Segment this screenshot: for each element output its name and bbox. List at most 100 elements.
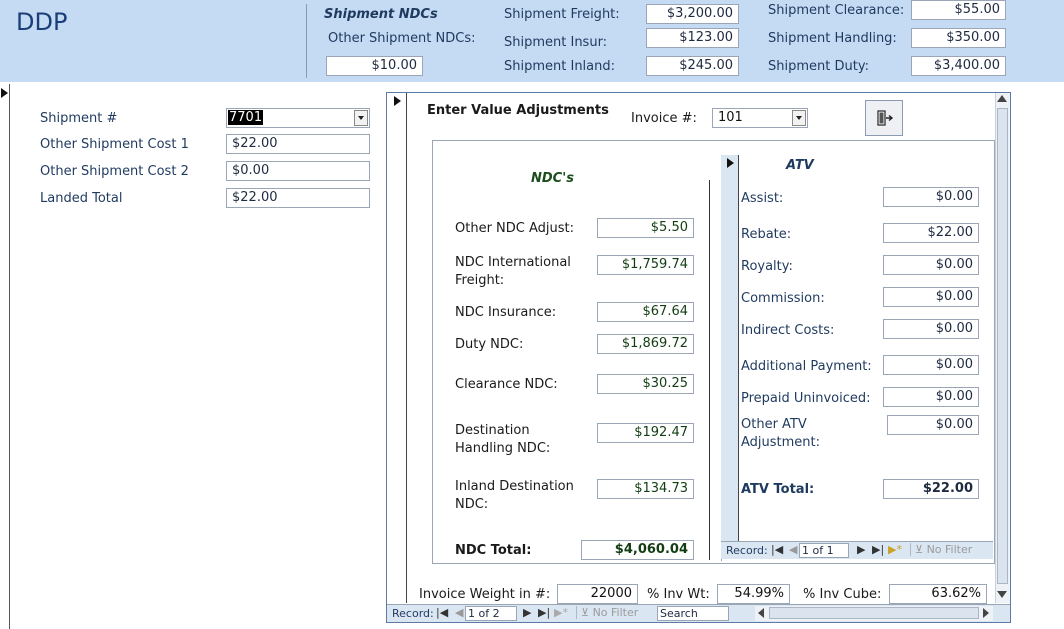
- atv-record-position-field[interactable]: 1 of 1: [799, 543, 849, 558]
- shipment-handling-label: Shipment Handling:: [768, 31, 897, 46]
- invoice-dropdown-button[interactable]: [792, 110, 806, 126]
- shipment-insur-field[interactable]: $123.00: [646, 28, 739, 48]
- atv-header: ATV: [786, 158, 814, 173]
- no-filter-label: No Filter: [592, 606, 639, 619]
- record-selector[interactable]: [0, 84, 10, 629]
- new-record-icon[interactable]: ▶*: [554, 606, 568, 619]
- record-label: Record:: [392, 607, 434, 620]
- shipment-duty-field[interactable]: $3,400.00: [911, 56, 1006, 76]
- atv-row-label: Prepaid Uninvoiced:: [741, 391, 871, 406]
- ndc-total-label: NDC Total:: [455, 543, 532, 558]
- shipment-insur-label: Shipment Insur:: [504, 35, 608, 50]
- atv-row-field[interactable]: $0.00: [883, 187, 979, 207]
- atv-row-field[interactable]: $0.00: [883, 287, 979, 307]
- atv-last-record-icon[interactable]: ▶|: [872, 543, 884, 556]
- shipment-number-value: 7701: [228, 110, 264, 125]
- atv-row-field[interactable]: $0.00: [887, 415, 979, 435]
- ndc-row-field[interactable]: $134.73: [597, 479, 694, 499]
- prev-record-icon[interactable]: ◀: [455, 606, 463, 619]
- atv-row-field[interactable]: $0.00: [883, 355, 979, 375]
- ndc-column-divider: [709, 180, 710, 560]
- ndc-row-field[interactable]: $1,759.74: [597, 255, 694, 275]
- ndc-row-field[interactable]: $67.64: [597, 302, 694, 322]
- filter-icon: ⊻: [581, 606, 590, 619]
- shipment-inland-label: Shipment Inland:: [504, 59, 616, 74]
- scroll-right-icon[interactable]: [983, 608, 989, 618]
- atv-row-label: Additional Payment:: [741, 359, 872, 374]
- atv-record-label: Record:: [726, 544, 768, 557]
- other-shipment-cost-1-field[interactable]: $22.00: [226, 134, 370, 154]
- other-shipment-cost-2-field[interactable]: $0.00: [226, 161, 370, 181]
- vertical-scroll-thumb[interactable]: [997, 108, 1008, 584]
- ndc-row-label: Destination Handling NDC:: [455, 423, 551, 456]
- atv-current-record-arrow-icon: [727, 158, 734, 168]
- header-divider: [306, 4, 307, 78]
- atv-row-field[interactable]: $0.00: [883, 255, 979, 275]
- atv-row-field[interactable]: $0.00: [883, 387, 979, 407]
- ndc-row-label: Clearance NDC:: [455, 377, 558, 392]
- atv-total-field[interactable]: $22.00: [883, 479, 979, 499]
- record-position-field[interactable]: 1 of 2: [465, 606, 517, 621]
- horizontal-scrollbar[interactable]: [755, 606, 993, 621]
- scroll-left-icon[interactable]: [758, 608, 764, 618]
- next-record-icon[interactable]: ▶: [523, 606, 531, 619]
- horizontal-scroll-thumb[interactable]: [769, 607, 979, 619]
- no-filter-button[interactable]: ⊻ No Filter: [576, 606, 657, 619]
- ndc-row-field[interactable]: $5.50: [597, 218, 694, 238]
- atv-row-label: Other ATV Adjustment:: [741, 417, 821, 450]
- atv-row-label: Assist:: [741, 191, 784, 206]
- shipment-clearance-field[interactable]: $55.00: [911, 0, 1006, 20]
- shipment-number-combo[interactable]: 7701: [226, 108, 370, 128]
- form-title: DDP: [16, 8, 68, 36]
- atv-no-filter-button[interactable]: ⊻ No Filter: [910, 543, 985, 556]
- subform-record-selector[interactable]: [387, 93, 407, 603]
- ndc-row-field[interactable]: $1,869.72: [597, 334, 694, 354]
- ndc-row-label: Inland Destination NDC:: [455, 479, 574, 512]
- atv-row-field[interactable]: $0.00: [883, 319, 979, 339]
- shipment-freight-label: Shipment Freight:: [504, 7, 620, 22]
- atv-row-label: Commission:: [741, 291, 825, 306]
- landed-total-label: Landed Total: [40, 191, 123, 206]
- exit-button[interactable]: [865, 100, 903, 136]
- scroll-down-icon[interactable]: [997, 591, 1007, 598]
- subform-current-record-arrow-icon: [394, 96, 401, 106]
- first-record-icon[interactable]: |◀: [436, 606, 448, 619]
- atv-new-record-icon[interactable]: ▶*: [888, 543, 902, 556]
- shipment-number-label: Shipment #: [40, 111, 118, 126]
- ndc-row-label: NDC International Freight:: [455, 255, 571, 288]
- other-shipment-ndcs-label: Other Shipment NDCs:: [328, 31, 476, 46]
- atv-first-record-icon[interactable]: |◀: [771, 543, 783, 556]
- last-record-icon[interactable]: ▶|: [538, 606, 550, 619]
- atv-row-label: Indirect Costs:: [741, 323, 835, 338]
- ndc-row-label: Duty NDC:: [455, 337, 524, 352]
- shipment-handling-field[interactable]: $350.00: [911, 28, 1006, 48]
- current-record-arrow-icon: [1, 88, 8, 98]
- landed-total-field[interactable]: $22.00: [226, 188, 370, 208]
- exit-door-icon: [877, 110, 894, 126]
- shipment-duty-label: Shipment Duty:: [768, 59, 869, 74]
- invoice-weight-field[interactable]: 22000: [557, 584, 638, 604]
- shipment-inland-field[interactable]: $245.00: [646, 56, 739, 76]
- search-box[interactable]: Search: [657, 606, 729, 621]
- shipment-clearance-label: Shipment Clearance:: [768, 3, 905, 18]
- atv-record-selector[interactable]: [721, 155, 739, 541]
- invoice-number-label: Invoice #:: [631, 111, 697, 126]
- atv-filter-icon: ⊻: [915, 543, 924, 556]
- scroll-up-icon[interactable]: [997, 95, 1007, 102]
- percent-inv-cube-field[interactable]: 63.62%: [889, 584, 987, 604]
- ndc-row-label: Other NDC Adjust:: [455, 221, 575, 236]
- atv-row-label: Royalty:: [741, 259, 793, 274]
- atv-next-record-icon[interactable]: ▶: [857, 543, 865, 556]
- atv-row-field[interactable]: $22.00: [883, 223, 979, 243]
- other-shipment-ndcs-field[interactable]: $10.00: [326, 56, 423, 76]
- shipment-dropdown-button[interactable]: [354, 110, 368, 126]
- atv-prev-record-icon[interactable]: ◀: [789, 543, 797, 556]
- percent-inv-wt-field[interactable]: 54.99%: [717, 584, 790, 604]
- atv-no-filter-label: No Filter: [926, 543, 973, 556]
- ndc-header: NDC's: [531, 171, 574, 186]
- ndc-total-field[interactable]: $4,060.04: [581, 540, 694, 560]
- percent-inv-wt-label: % Inv Wt:: [647, 587, 710, 602]
- shipment-freight-field[interactable]: $3,200.00: [646, 4, 739, 24]
- ndc-row-field[interactable]: $30.25: [597, 374, 694, 394]
- ndc-row-field[interactable]: $192.47: [597, 423, 694, 443]
